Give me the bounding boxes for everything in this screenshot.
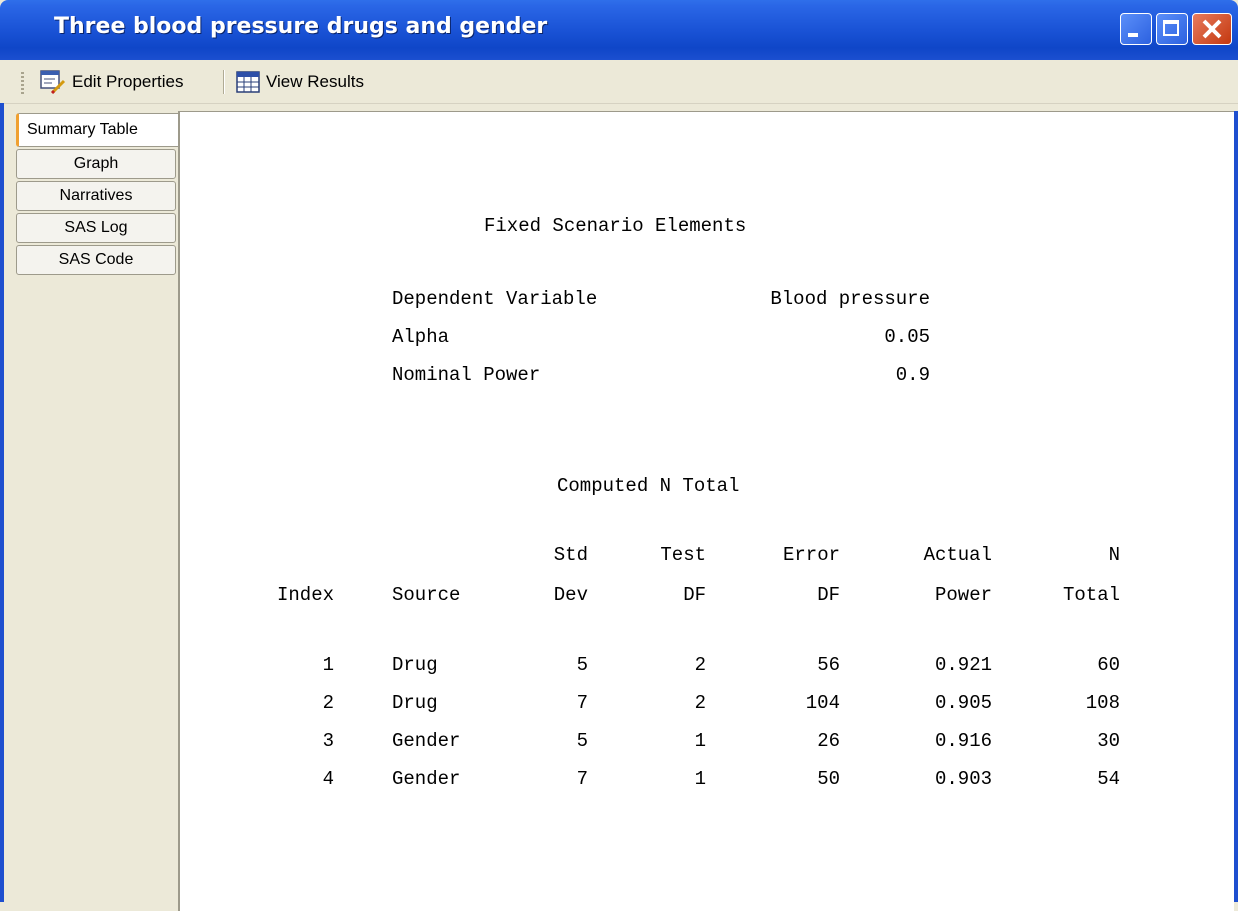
fixed-elements-heading: Fixed Scenario Elements <box>484 215 747 237</box>
table-cell: 7 <box>576 768 588 790</box>
table-cell: 0.903 <box>934 768 992 790</box>
column-header: DF <box>683 584 706 606</box>
view-results-icon <box>236 71 260 93</box>
table-cell: 7 <box>576 692 588 714</box>
window-border-right <box>1234 111 1238 902</box>
table-cell: 0.905 <box>934 692 992 714</box>
result-tabs: Summary Table Graph Narratives SAS Log S… <box>16 113 180 277</box>
column-header: DF <box>817 584 840 606</box>
column-header: Total <box>1062 584 1120 606</box>
table-cell: 54 <box>1097 768 1120 790</box>
table-cell: 26 <box>817 730 840 752</box>
table-cell: Drug <box>392 692 438 714</box>
tab-sas-log[interactable]: SAS Log <box>16 213 176 243</box>
table-cell: 2 <box>694 692 706 714</box>
edit-properties-icon <box>40 70 66 94</box>
fixed-row-label: Alpha <box>392 326 450 348</box>
title-bar[interactable]: Three blood pressure drugs and gender <box>0 0 1238 60</box>
column-header: Power <box>934 584 992 606</box>
table-cell: Drug <box>392 654 438 676</box>
fixed-row-value: 0.05 <box>884 326 930 348</box>
table-cell: 50 <box>817 768 840 790</box>
table-cell: 0.921 <box>934 654 992 676</box>
window-title: Three blood pressure drugs and gender <box>54 14 548 39</box>
maximize-button[interactable] <box>1156 13 1188 45</box>
tab-summary-table[interactable]: Summary Table <box>16 113 180 147</box>
table-cell: 1 <box>694 730 706 752</box>
table-cell: 104 <box>805 692 840 714</box>
summary-table-panel: Fixed Scenario Elements Dependent Variab… <box>178 111 1234 911</box>
table-cell: 2 <box>322 692 334 714</box>
tab-sas-code[interactable]: SAS Code <box>16 245 176 275</box>
table-cell: 5 <box>576 654 588 676</box>
column-header: Actual <box>923 544 992 566</box>
view-results-button[interactable]: View Results <box>236 68 364 96</box>
table-cell: 1 <box>694 768 706 790</box>
window-border-left <box>0 103 4 902</box>
minimize-icon <box>1128 33 1138 37</box>
fixed-row-label: Dependent Variable <box>392 288 598 310</box>
table-cell: 60 <box>1097 654 1120 676</box>
column-header: Index <box>276 584 334 606</box>
table-cell: Gender <box>392 730 461 752</box>
toolbar-separator <box>223 70 225 94</box>
close-button[interactable] <box>1192 13 1232 45</box>
table-cell: 3 <box>322 730 334 752</box>
close-icon <box>1202 19 1222 39</box>
fixed-row-value: 0.9 <box>895 364 930 386</box>
column-header: Error <box>782 544 840 566</box>
fixed-row-label: Nominal Power <box>392 364 541 386</box>
column-header: N <box>1108 544 1120 566</box>
view-results-label: View Results <box>266 72 364 91</box>
column-header: Source <box>392 584 461 606</box>
table-cell: 56 <box>817 654 840 676</box>
minimize-button[interactable] <box>1120 13 1152 45</box>
tab-graph[interactable]: Graph <box>16 149 176 179</box>
edit-properties-label: Edit Properties <box>72 72 184 91</box>
edit-properties-button[interactable]: Edit Properties <box>40 68 184 96</box>
table-cell: 108 <box>1085 692 1120 714</box>
column-header: Std <box>553 544 588 566</box>
fixed-row-value: Blood pressure <box>770 288 930 310</box>
maximize-icon <box>1163 20 1179 36</box>
toolbar: Edit Properties View Results <box>0 60 1238 104</box>
table-cell: 4 <box>322 768 334 790</box>
column-header: Dev <box>553 584 588 606</box>
tab-narratives[interactable]: Narratives <box>16 181 176 211</box>
table-cell: 1 <box>322 654 334 676</box>
table-cell: 2 <box>694 654 706 676</box>
table-cell: 0.916 <box>934 730 992 752</box>
table-cell: Gender <box>392 768 461 790</box>
computed-heading: Computed N Total <box>557 475 740 497</box>
column-header: Test <box>660 544 706 566</box>
table-cell: 30 <box>1097 730 1120 752</box>
table-cell: 5 <box>576 730 588 752</box>
toolbar-grip[interactable] <box>21 72 24 94</box>
